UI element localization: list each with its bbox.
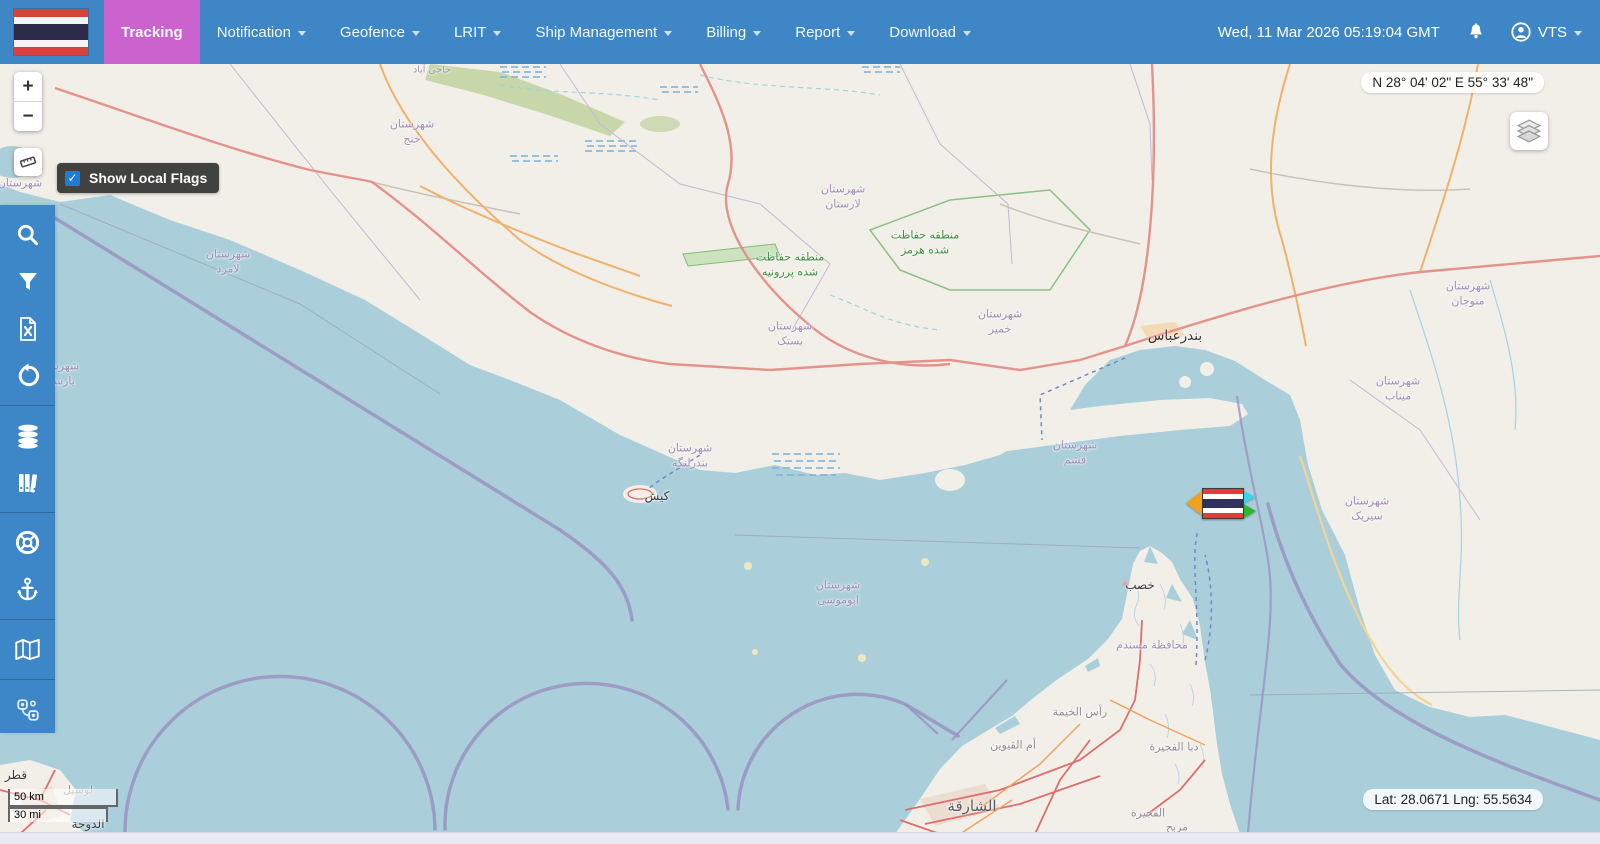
- vessel-heading-arrow-icon: [1186, 490, 1203, 516]
- filter-button[interactable]: [0, 258, 55, 305]
- nav-item-lrit[interactable]: LRIT: [437, 0, 519, 64]
- page-bottom-strip: [0, 832, 1600, 844]
- show-local-flags-checkbox[interactable]: ✓: [65, 171, 80, 186]
- map-tool-sidebar: [0, 205, 55, 733]
- map-artwork: [0, 64, 1600, 832]
- chevron-down-icon: [963, 31, 971, 36]
- nav-item-label: Tracking: [121, 24, 183, 41]
- nav-item-billing[interactable]: Billing: [689, 0, 778, 64]
- filter-icon: [16, 270, 40, 294]
- share-nodes-icon: [15, 697, 41, 723]
- cursor-latlng-display: Lat: 28.0671 Lng: 55.5634: [1363, 789, 1543, 810]
- chevron-down-icon: [753, 31, 761, 36]
- nav-item-label: Billing: [706, 24, 746, 41]
- nav-item-label: Download: [889, 24, 956, 41]
- vessel-flag-thailand-icon: [1202, 488, 1244, 519]
- mouse-coordinates-display: N 28° 04' 02" E 55° 33' 48": [1361, 72, 1544, 93]
- measure-tool-button[interactable]: [14, 148, 42, 176]
- vessel-marker-green-icon: [1242, 503, 1256, 519]
- share-nodes-button[interactable]: [0, 686, 55, 733]
- layers-button[interactable]: [1510, 112, 1548, 150]
- datetime-display: Wed, 11 Mar 2026 05:19:04 GMT: [1218, 24, 1440, 41]
- nav-item-label: LRIT: [454, 24, 487, 41]
- nav-item-label: Geofence: [340, 24, 405, 41]
- nav-item-tracking[interactable]: Tracking: [104, 0, 200, 64]
- ports-anchor-button[interactable]: [0, 566, 55, 613]
- nav-item-notification[interactable]: Notification: [200, 0, 323, 64]
- chevron-down-icon: [1574, 31, 1582, 36]
- notifications-bell-icon[interactable]: [1466, 21, 1486, 43]
- nav-item-download[interactable]: Download: [872, 0, 988, 64]
- assistance-button[interactable]: [0, 519, 55, 566]
- search-icon: [15, 222, 41, 248]
- chevron-down-icon: [664, 31, 672, 36]
- refresh-button[interactable]: [0, 352, 55, 399]
- user-icon: [1510, 21, 1532, 43]
- user-label: VTS: [1538, 24, 1567, 41]
- basemap-button[interactable]: [0, 626, 55, 673]
- refresh-icon: [15, 363, 41, 389]
- brand-logo[interactable]: [0, 0, 104, 64]
- map-scale-control: 50 km 30 mi: [8, 789, 118, 822]
- books-icon: [15, 470, 41, 496]
- nav-item-label: Notification: [217, 24, 291, 41]
- anchor-icon: [14, 576, 41, 603]
- top-navbar: Tracking Notification Geofence LRIT Ship…: [0, 0, 1600, 64]
- chevron-down-icon: [847, 31, 855, 36]
- scale-mi: 30 mi: [8, 805, 108, 822]
- nav-item-label: Ship Management: [535, 24, 657, 41]
- user-menu[interactable]: VTS: [1510, 21, 1582, 43]
- zoom-in-button[interactable]: +: [14, 72, 42, 101]
- database-icon: [15, 423, 41, 449]
- ruler-icon: [18, 152, 38, 172]
- map-canvas[interactable]: حاجی آبادشهرستان خنجشهرستان لارستانمنطقه…: [0, 64, 1600, 832]
- nav-item-geofence[interactable]: Geofence: [323, 0, 437, 64]
- show-local-flags-tooltip: ✓ Show Local Flags: [57, 163, 219, 193]
- nav-item-label: Report: [795, 24, 840, 41]
- lifebuoy-icon: [14, 529, 41, 556]
- show-local-flags-label: Show Local Flags: [89, 170, 207, 186]
- search-button[interactable]: [0, 211, 55, 258]
- chevron-down-icon: [493, 31, 501, 36]
- fleet-records-button[interactable]: [0, 459, 55, 506]
- database-button[interactable]: [0, 412, 55, 459]
- chevron-down-icon: [298, 31, 306, 36]
- excel-file-icon: [16, 316, 40, 342]
- thailand-flag-icon: [14, 9, 88, 55]
- export-excel-button[interactable]: [0, 305, 55, 352]
- chevron-down-icon: [412, 31, 420, 36]
- nav-item-ship-management[interactable]: Ship Management: [518, 0, 689, 64]
- layers-icon: [1516, 118, 1542, 144]
- nav-item-report[interactable]: Report: [778, 0, 872, 64]
- zoom-out-button[interactable]: −: [14, 102, 42, 131]
- map-icon: [14, 637, 41, 662]
- zoom-control: + −: [14, 72, 42, 131]
- vessel-marker[interactable]: [1186, 486, 1258, 522]
